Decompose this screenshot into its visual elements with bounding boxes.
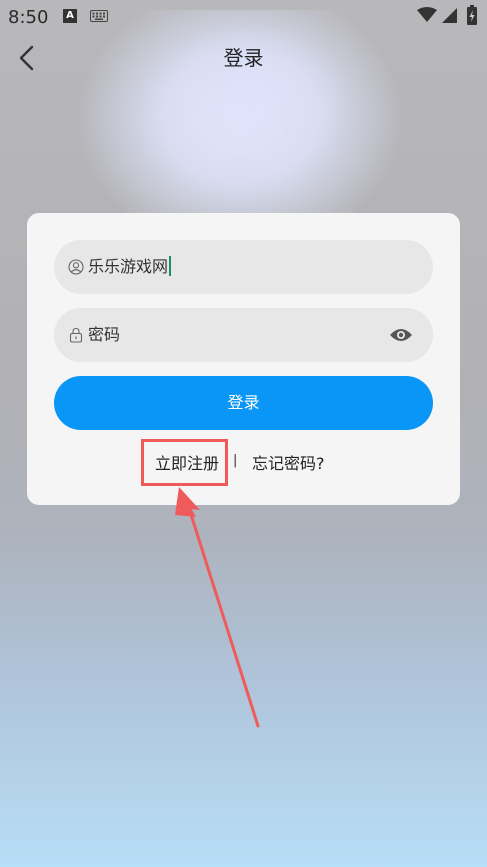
pointer-arrow-annotation	[175, 487, 260, 728]
